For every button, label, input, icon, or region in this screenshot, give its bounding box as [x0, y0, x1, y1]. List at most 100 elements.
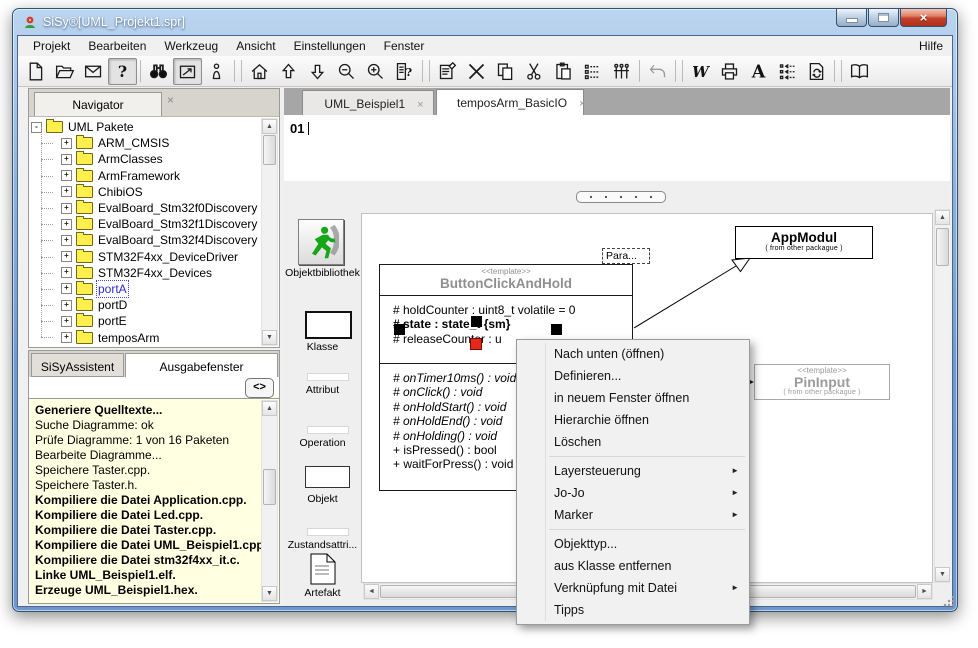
code-view-button[interactable]: <> — [245, 378, 274, 398]
book-help-button[interactable] — [845, 58, 874, 85]
tree-item[interactable]: ChibiOS — [31, 184, 261, 200]
menu-item-neues-fenster[interactable]: in neuem Fenster öffnen — [518, 387, 748, 409]
outline-list-button[interactable] — [578, 58, 607, 85]
menu-fenster[interactable]: Fenster — [375, 37, 434, 55]
selection-handle[interactable] — [551, 324, 562, 335]
navigator-close-icon[interactable] — [167, 93, 174, 107]
menu-item-tipps[interactable]: Tipps — [518, 599, 748, 621]
expand-icon[interactable] — [61, 235, 72, 246]
tab-ausgabefenster[interactable]: Ausgabefenster — [125, 353, 278, 377]
tree-item-selected[interactable]: portA — [31, 281, 261, 297]
refresh-document-button[interactable] — [802, 58, 831, 85]
diagram-vertical-scrollbar[interactable] — [934, 209, 950, 583]
tree-item[interactable]: portE — [31, 313, 261, 329]
arrow-up-button[interactable] — [274, 58, 303, 85]
tab-close-icon[interactable] — [417, 99, 423, 111]
chart-window-button[interactable] — [173, 58, 202, 85]
scroll-right-icon[interactable] — [917, 584, 932, 599]
tab-close-icon[interactable] — [579, 98, 585, 110]
new-document-button[interactable] — [21, 58, 50, 85]
selection-handle[interactable] — [471, 316, 482, 327]
menu-item-definieren[interactable]: Definieren... — [518, 365, 748, 387]
artifact-icon[interactable] — [310, 553, 336, 585]
scroll-up-icon[interactable] — [262, 119, 277, 134]
output-scrollbar[interactable] — [261, 400, 278, 602]
expand-icon[interactable] — [61, 251, 72, 262]
object-library-button[interactable] — [298, 219, 344, 265]
cut-scissors-button[interactable] — [520, 58, 549, 85]
scroll-down-icon[interactable] — [935, 567, 950, 582]
expand-icon[interactable] — [61, 154, 72, 165]
resize-grip[interactable] — [942, 596, 954, 608]
tab-temposarm-basicio[interactable]: temposArm_BasicIO — [436, 89, 584, 115]
expand-icon[interactable] — [61, 203, 72, 214]
menu-bearbeiten[interactable]: Bearbeiten — [79, 37, 155, 55]
scroll-left-icon[interactable] — [364, 584, 379, 599]
inline-edit-text[interactable]: 01 — [290, 121, 309, 136]
expand-icon[interactable] — [61, 170, 72, 181]
word-export-button[interactable]: W — [686, 58, 715, 85]
menu-werkzeug[interactable]: Werkzeug — [155, 37, 227, 55]
home-button[interactable] — [245, 58, 274, 85]
expand-icon[interactable] — [61, 300, 72, 311]
class-pininput[interactable]: <<template>> PinInput ( from other packa… — [754, 364, 890, 400]
expand-icon[interactable] — [61, 186, 72, 197]
tab-navigator[interactable]: Navigator — [34, 92, 162, 116]
maximize-button[interactable] — [868, 9, 899, 27]
tree-item[interactable]: STM32F4xx_DeviceDriver — [31, 249, 261, 265]
close-button[interactable]: × — [900, 9, 947, 27]
menu-einstellungen[interactable]: Einstellungen — [285, 37, 375, 55]
scrollbar-thumb[interactable] — [263, 135, 276, 165]
menu-item-loeschen[interactable]: Löschen — [518, 431, 748, 453]
search-binoculars-button[interactable] — [144, 58, 173, 85]
expand-icon[interactable] — [61, 138, 72, 149]
menu-ansicht[interactable]: Ansicht — [227, 37, 284, 55]
zoom-out-button[interactable] — [332, 58, 361, 85]
tree-item[interactable]: EvalBoard_Stm32f4Discovery — [31, 232, 261, 248]
class-shape[interactable] — [305, 311, 352, 339]
arrow-down-button[interactable] — [303, 58, 332, 85]
help-button[interactable]: ? — [108, 58, 137, 85]
grid-comb-button[interactable] — [607, 58, 636, 85]
selection-handle[interactable] — [394, 324, 405, 335]
menu-item-layersteuerung[interactable]: Layersteuerung — [518, 460, 748, 482]
class-appmodul[interactable]: AppModul ( from other packague ) — [735, 226, 873, 259]
zoom-in-button[interactable] — [361, 58, 390, 85]
expand-icon[interactable] — [61, 283, 72, 294]
tree-item[interactable]: ARM_CMSIS — [31, 135, 261, 151]
tree-item[interactable]: temposArm — [31, 329, 261, 345]
menu-projekt[interactable]: Projekt — [24, 37, 79, 55]
expand-icon[interactable] — [61, 267, 72, 278]
scroll-up-icon[interactable] — [262, 401, 277, 416]
state-attribute-shape[interactable] — [307, 528, 349, 536]
tab-sisyassistent[interactable]: SiSyAssistent — [31, 353, 124, 377]
attribute-shape[interactable] — [307, 373, 349, 381]
object-shape[interactable] — [305, 466, 350, 488]
titlebar[interactable]: SiSy®[UML_Projekt1.spr] × — [13, 9, 957, 35]
expand-icon[interactable] — [61, 219, 72, 230]
scroll-down-icon[interactable] — [262, 330, 277, 345]
font-button[interactable]: A — [744, 58, 773, 85]
parameter-box[interactable]: Para... — [602, 248, 650, 264]
tree-item[interactable]: portD — [31, 297, 261, 313]
tree-item[interactable]: ArmClasses — [31, 151, 261, 167]
menu-item-hierarchie[interactable]: Hierarchie öffnen — [518, 409, 748, 431]
mail-send-button[interactable] — [79, 58, 108, 85]
menu-item-objekttyp[interactable]: Objekttyp... — [518, 533, 748, 555]
properties-sheet-button[interactable] — [433, 58, 462, 85]
expand-icon[interactable] — [61, 316, 72, 327]
paste-clipboard-button[interactable] — [549, 58, 578, 85]
person-button[interactable] — [202, 58, 231, 85]
scroll-up-icon[interactable] — [935, 210, 950, 225]
delete-cross-button[interactable] — [462, 58, 491, 85]
menu-item-jo-jo[interactable]: Jo-Jo — [518, 482, 748, 504]
selection-handle-red[interactable] — [470, 338, 482, 350]
scroll-down-icon[interactable] — [262, 586, 277, 601]
print-button[interactable] — [715, 58, 744, 85]
expand-icon[interactable] — [61, 332, 72, 343]
attribute-selected[interactable]: # state : state_t {sm} — [393, 317, 630, 331]
operation-shape[interactable] — [307, 426, 349, 434]
navigator-scrollbar[interactable] — [261, 118, 278, 346]
copy-button[interactable] — [491, 58, 520, 85]
arrow-list-button[interactable] — [773, 58, 802, 85]
